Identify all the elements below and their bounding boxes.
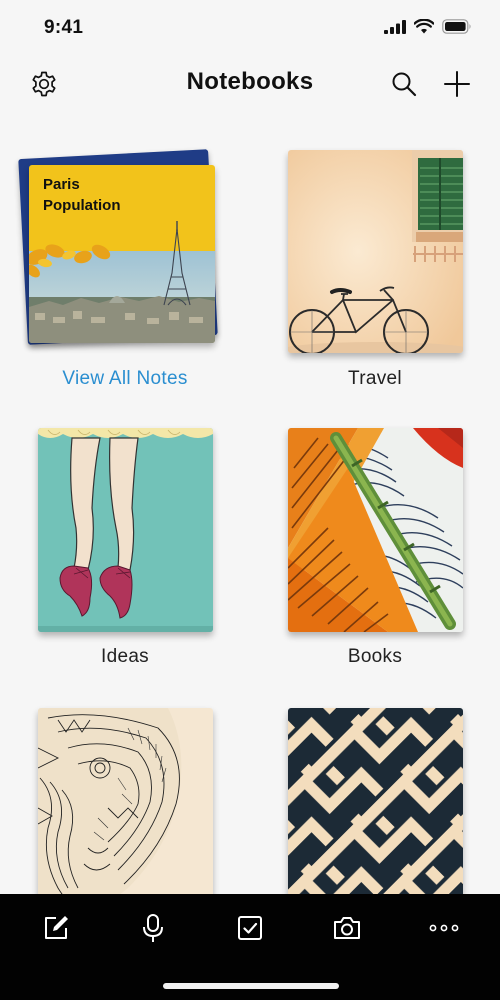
- status-bar: 9:41: [0, 0, 500, 56]
- notebook-all-notes[interactable]: Paris Population View All Notes: [0, 110, 250, 390]
- plus-icon: [444, 71, 470, 97]
- elephant-cover-image: [38, 708, 213, 894]
- pencil-icon: [45, 916, 68, 939]
- cover-title: Paris Population: [43, 174, 121, 216]
- home-indicator[interactable]: [163, 983, 339, 989]
- notebook-pattern[interactable]: [250, 670, 500, 894]
- signal-icon: [384, 19, 406, 34]
- notebook-ideas[interactable]: Ideas: [0, 390, 250, 670]
- notebook-label: Ideas: [101, 646, 149, 667]
- checklist-button[interactable]: [228, 906, 272, 950]
- notebook-elephant[interactable]: [0, 670, 250, 894]
- cover-title-line2: Population: [43, 197, 121, 214]
- geometric-cover-image: [288, 708, 463, 894]
- notebook-cover-pattern: [288, 708, 463, 894]
- notebook-cover-paris: Paris Population: [29, 165, 215, 343]
- microphone-icon: [143, 914, 163, 942]
- notebook-travel[interactable]: Travel: [250, 110, 500, 390]
- notebook-cover-ideas: [38, 428, 213, 632]
- new-note-button[interactable]: [34, 906, 78, 950]
- camera-icon: [334, 917, 360, 939]
- bicycle-cover-image: [288, 150, 463, 353]
- more-button[interactable]: [422, 906, 466, 950]
- search-icon: [392, 72, 417, 97]
- add-notebook-button[interactable]: [439, 66, 475, 102]
- notebook-cover-books: [288, 428, 463, 632]
- notebook-label: Books: [347, 646, 403, 667]
- bamboo-cover-image: [288, 428, 463, 632]
- page-title: Notebooks: [186, 68, 314, 95]
- notebook-cover-travel: [288, 150, 463, 353]
- checkbox-icon: [238, 916, 262, 940]
- search-button[interactable]: [386, 66, 422, 102]
- battery-icon: [442, 19, 471, 34]
- notebook-books[interactable]: Books: [250, 390, 500, 670]
- more-icon: [429, 924, 459, 932]
- notebook-label: Travel: [348, 368, 402, 389]
- voice-note-button[interactable]: [131, 906, 175, 950]
- notebook-label[interactable]: View All Notes: [15, 368, 235, 390]
- camera-button[interactable]: [325, 906, 369, 950]
- ballerina-cover-image: [38, 428, 213, 632]
- status-icons: [384, 19, 472, 34]
- status-time: 9:41: [44, 17, 84, 38]
- nav-bar: Notebooks: [0, 56, 500, 108]
- cover-title-line1: Paris: [43, 176, 80, 193]
- notebook-cover-elephant: [38, 708, 213, 894]
- notebook-grid: Paris Population View All Notes Travel I…: [0, 110, 500, 894]
- wifi-icon: [414, 19, 434, 34]
